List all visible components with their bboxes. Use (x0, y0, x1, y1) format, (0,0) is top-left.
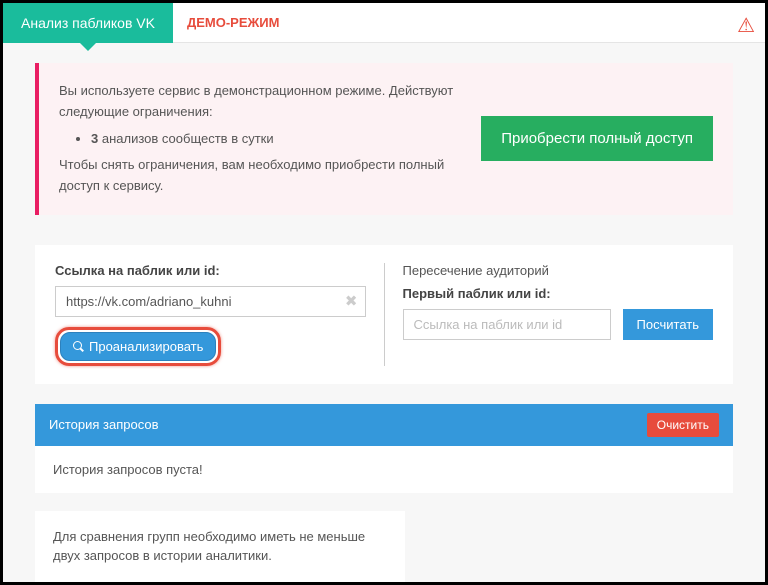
intersect-input[interactable] (403, 309, 611, 340)
alert-limit-item: 3 анализов сообществ в сутки (91, 129, 461, 150)
history-empty-text: История запросов пуста! (35, 446, 733, 493)
history-panel: История запросов Очистить История запрос… (35, 404, 733, 493)
analyze-highlight-ring: Проанализировать (55, 327, 221, 366)
analysis-panel: Ссылка на паблик или id: ✖ Проанализиров… (35, 245, 733, 384)
demo-alert: Вы используете сервис в демонстрационном… (35, 63, 733, 215)
alert-intro: Вы используете сервис в демонстрационном… (59, 81, 461, 123)
compare-note: Для сравнения групп необходимо иметь не … (35, 511, 405, 582)
analyze-label: Ссылка на паблик или id: (55, 263, 366, 278)
history-title: История запросов (49, 417, 159, 432)
intersect-heading: Пересечение аудиторий (403, 263, 714, 278)
tab-analysis[interactable]: Анализ пабликов VK (3, 3, 173, 43)
calculate-button[interactable]: Посчитать (623, 309, 713, 340)
buy-access-button[interactable]: Приобрести полный доступ (481, 116, 713, 161)
analyze-button[interactable]: Проанализировать (60, 332, 216, 361)
public-url-input[interactable] (55, 286, 366, 317)
top-tabs: Анализ пабликов VK ДЕМО-РЕЖИМ ⚠ (3, 3, 765, 43)
intersect-label: Первый паблик или id: (403, 286, 714, 301)
demo-mode-label: ДЕМО-РЕЖИМ (173, 15, 293, 30)
clear-input-icon[interactable]: ✖ (345, 292, 358, 310)
search-icon (73, 341, 84, 352)
warning-icon[interactable]: ⚠ (737, 13, 755, 38)
alert-outro: Чтобы снять ограничения, вам необходимо … (59, 155, 461, 197)
clear-history-button[interactable]: Очистить (647, 413, 719, 437)
